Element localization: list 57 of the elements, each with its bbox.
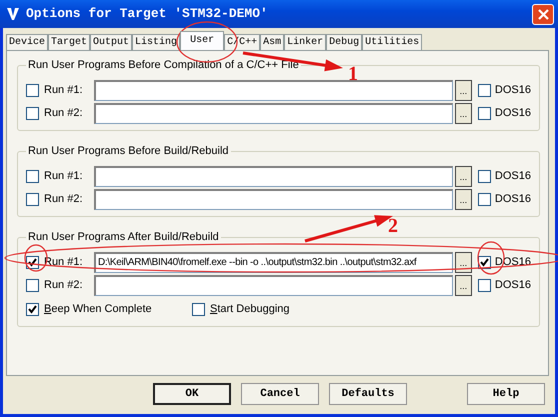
browse-button[interactable]: ...: [454, 166, 472, 187]
command-field[interactable]: [94, 275, 453, 296]
checkbox-label: Run #2:: [44, 106, 84, 122]
checkbox-label: DOS16: [494, 278, 531, 294]
group-title: Run User Programs After Build/Rebuild: [26, 231, 221, 244]
checkbox[interactable]: [26, 107, 39, 120]
checkbox[interactable]: [478, 84, 491, 97]
dialog-button[interactable]: Help: [467, 383, 545, 405]
checkbox-label: Run #2:: [44, 278, 84, 294]
tab[interactable]: Device: [6, 34, 48, 50]
checkbox[interactable]: [192, 302, 205, 316]
tab[interactable]: Listing: [132, 34, 180, 50]
command-field[interactable]: [94, 80, 453, 101]
annotation-number: 2: [388, 215, 398, 237]
browse-button[interactable]: ...: [454, 189, 472, 210]
dialog-button[interactable]: OK: [153, 383, 232, 405]
checkbox[interactable]: [26, 84, 39, 97]
checkbox[interactable]: [478, 279, 491, 292]
group-title: Run User Programs Before Build/Rebuild: [26, 145, 231, 158]
tab[interactable]: Utilities: [362, 34, 422, 50]
command-field[interactable]: D:\Keil\ARM\BIN40\fromelf.exe --bin -o ..\output\stm32.bin ..\output\stm32.axf: [94, 252, 453, 273]
browse-button[interactable]: ...: [454, 275, 472, 296]
app-icon: [6, 7, 20, 21]
command-field[interactable]: [94, 166, 453, 187]
command-field[interactable]: [94, 189, 453, 210]
checkbox-label: DOS16: [494, 106, 531, 122]
tab[interactable]: Debug: [326, 34, 362, 50]
close-button[interactable]: [532, 4, 554, 24]
dialog-button[interactable]: Cancel: [241, 383, 320, 405]
checkbox[interactable]: [478, 170, 491, 183]
checkbox[interactable]: [26, 170, 39, 183]
close-icon: [538, 8, 548, 20]
checkbox-label: Run #1:: [44, 169, 84, 184]
tab[interactable]: User: [180, 31, 224, 50]
dialog-button[interactable]: Defaults: [329, 383, 407, 405]
checkbox[interactable]: [26, 193, 39, 206]
command-field[interactable]: [94, 103, 453, 124]
window-title: Options for Target 'STM32-DEMO': [26, 5, 268, 24]
browse-button[interactable]: ...: [454, 252, 472, 273]
tab[interactable]: Target: [48, 34, 90, 50]
checkbox-label: DOS16: [494, 192, 531, 208]
checkbox[interactable]: [26, 279, 39, 292]
checkbox-label: Start Debugging: [210, 302, 290, 317]
tab[interactable]: Asm: [260, 34, 284, 50]
browse-button[interactable]: ...: [454, 80, 472, 101]
checkbox-label: Run #1:: [44, 83, 84, 98]
browse-button[interactable]: ...: [454, 103, 472, 124]
checkbox-label: DOS16: [494, 169, 531, 184]
checkbox-label: Run #2:: [44, 192, 84, 208]
annotation-number: 1: [348, 63, 358, 85]
checkbox[interactable]: [478, 193, 491, 206]
checkbox[interactable]: [26, 302, 39, 316]
checkbox-label: Beep When Complete: [44, 302, 152, 317]
checkbox[interactable]: [478, 107, 491, 120]
tab[interactable]: Output: [90, 34, 132, 50]
checkbox-label: DOS16: [494, 83, 531, 98]
tab[interactable]: Linker: [284, 34, 326, 50]
